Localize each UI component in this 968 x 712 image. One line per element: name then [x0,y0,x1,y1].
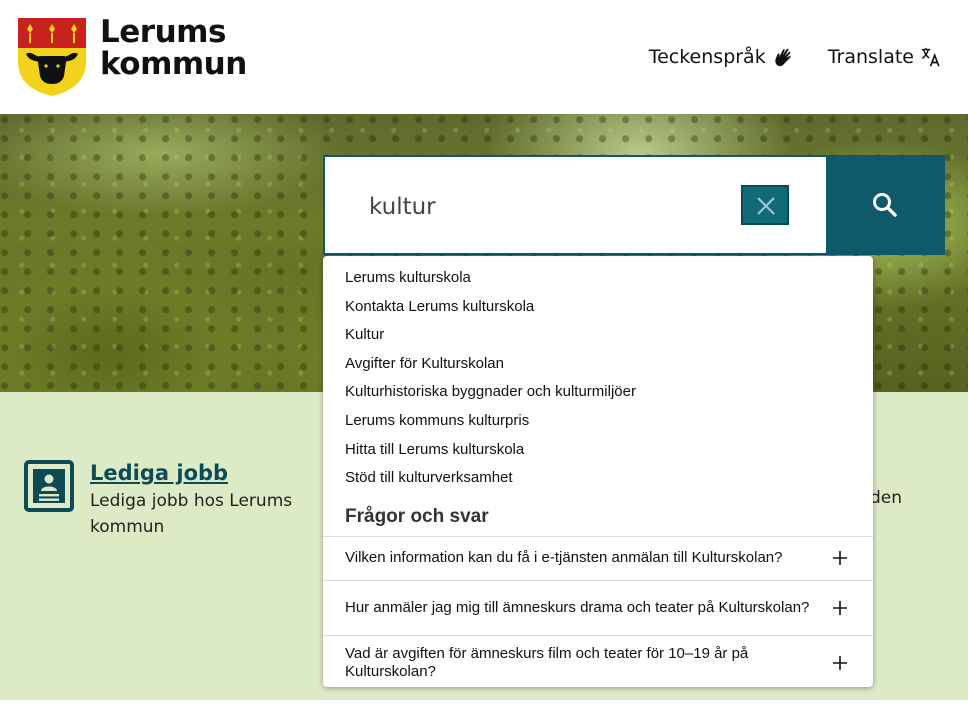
search-icon [873,193,897,217]
jobs-card-text: Lediga jobb Lediga jobb hos Lerums kommu… [90,460,300,540]
clear-search-button[interactable] [741,185,789,225]
jobs-card: Lediga jobb Lediga jobb hos Lerums kommu… [24,460,300,540]
faq-heading: Frågor och svar [345,505,489,527]
translate-link[interactable]: Translate [828,46,942,68]
sign-language-label: Teckenspråk [648,46,766,68]
suggestion-item[interactable]: Kultur [323,321,873,350]
jobs-link[interactable]: Lediga jobb [90,460,300,486]
suggestion-list: Lerums kulturskola Kontakta Lerums kultu… [323,256,873,493]
logo-line-1: Lerums [100,14,226,50]
translate-label: Translate [827,46,914,68]
faq-item[interactable]: Vad är avgiften för ämneskurs film och t… [323,634,873,690]
search-input[interactable] [369,187,729,227]
faq-question: Vad är avgiften för ämneskurs film och t… [345,644,749,680]
faq-item[interactable]: Hur anmäler jag mig till ämneskurs drama… [323,579,873,635]
suggestion-item[interactable]: Kontakta Lerums kulturskola [323,293,873,322]
document-person-icon [24,460,74,512]
logo-line-2: kommun [100,46,247,82]
plus-icon [833,655,847,670]
band-bottom-spacer [0,700,968,712]
plus-icon [833,600,847,615]
suggestion-item[interactable]: Hitta till Lerums kulturskola [323,436,873,465]
faq-question: Vilken information kan du få i e-tjänste… [345,549,783,567]
logo-text: Lerums kommun [100,16,247,80]
search-submit-button[interactable] [826,155,945,255]
sign-language-link[interactable]: Teckenspråk [649,46,794,68]
suggestion-item[interactable]: Kulturhistoriska byggnader och kulturmil… [323,378,873,407]
search-suggestions-dropdown: Lerums kulturskola Kontakta Lerums kultu… [323,256,873,687]
top-links: Teckenspråk Translate [649,46,942,68]
coat-of-arms-icon [18,18,86,96]
suggestion-item[interactable]: Lerums kulturskola [323,264,873,293]
site-header: Lerums kommun Teckenspråk Translate [0,0,968,114]
faq-item[interactable]: Vilken information kan du få i e-tjänste… [323,535,873,580]
card-text-fragment: den [870,488,903,508]
close-icon [757,197,775,215]
suggestion-item[interactable]: Lerums kommuns kulturpris [323,407,873,436]
suggestion-item[interactable]: Stöd till kulturverksamhet [323,464,873,493]
search-box [323,155,827,255]
faq-question: Hur anmäler jag mig till ämneskurs drama… [345,598,810,616]
translate-icon [921,47,940,67]
jobs-description: Lediga jobb hos Lerums kommun [90,491,293,537]
plus-icon [833,551,847,566]
site-logo[interactable]: Lerums kommun [18,16,247,96]
faq-list: Vilken information kan du få i e-tjänste… [323,535,873,690]
suggestion-item[interactable]: Avgifter för Kulturskolan [323,350,873,379]
sign-language-hand-icon [775,48,791,67]
